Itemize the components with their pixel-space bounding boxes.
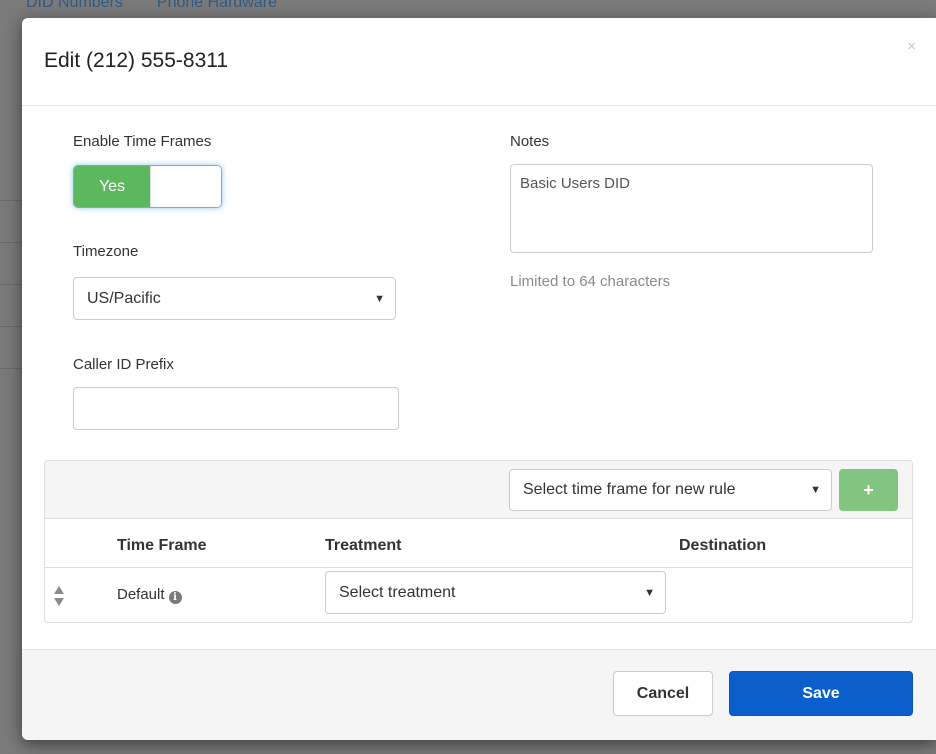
new-rule-time-frame-select[interactable]: Select time frame for new rule ▼ bbox=[509, 469, 832, 511]
info-icon[interactable]: i bbox=[168, 591, 182, 604]
modal-footer: Cancel Save bbox=[22, 649, 936, 740]
bg-tab-phone-hardware: Phone Hardware bbox=[156, 0, 277, 11]
timezone-select[interactable]: US/Pacific ▼ bbox=[73, 277, 396, 320]
notes-label: Notes bbox=[510, 133, 550, 150]
time-frame-name: Default bbox=[117, 586, 165, 603]
background-tabs: DID Numbers Phone Hardware bbox=[0, 0, 277, 18]
bg-divider bbox=[0, 242, 24, 243]
save-button[interactable]: Save bbox=[729, 671, 913, 716]
bg-divider bbox=[0, 284, 24, 285]
reorder-handle-icon[interactable] bbox=[53, 585, 65, 607]
bg-divider bbox=[0, 326, 24, 327]
treatment-select[interactable]: Select treatment ▼ bbox=[325, 571, 666, 614]
toggle-on-label: Yes bbox=[74, 166, 150, 207]
modal-header: Edit (212) 555-8311 × bbox=[22, 18, 936, 106]
chevron-down-icon: ▼ bbox=[374, 292, 385, 305]
timezone-selected-value: US/Pacific bbox=[87, 289, 161, 307]
table-header-divider bbox=[45, 567, 912, 568]
cancel-button[interactable]: Cancel bbox=[613, 671, 713, 716]
enable-time-frames-toggle[interactable]: Yes bbox=[73, 165, 222, 208]
column-header-time-frame: Time Frame bbox=[117, 537, 207, 554]
bg-divider bbox=[0, 200, 24, 201]
column-header-treatment: Treatment bbox=[325, 537, 402, 554]
edit-number-modal: Edit (212) 555-8311 × Enable Time Frames… bbox=[22, 18, 936, 740]
add-rule-button[interactable]: + bbox=[839, 469, 898, 511]
new-rule-selected-value: Select time frame for new rule bbox=[523, 481, 736, 498]
modal-title: Edit (212) 555-8311 bbox=[44, 49, 229, 72]
time-frame-cell: Default i bbox=[117, 586, 182, 604]
chevron-down-icon: ▼ bbox=[810, 484, 821, 496]
column-header-destination: Destination bbox=[679, 537, 767, 554]
enable-time-frames-label: Enable Time Frames bbox=[73, 133, 212, 150]
close-icon[interactable]: × bbox=[907, 38, 916, 55]
time-frame-rules-panel: Select time frame for new rule ▼ + Time … bbox=[44, 460, 913, 623]
plus-icon: + bbox=[863, 479, 874, 500]
treatment-placeholder: Select treatment bbox=[339, 583, 456, 601]
chevron-down-icon: ▼ bbox=[644, 586, 655, 599]
rules-toolbar: Select time frame for new rule ▼ + bbox=[45, 461, 912, 519]
caller-id-prefix-label: Caller ID Prefix bbox=[73, 356, 174, 373]
bg-tab-did-numbers: DID Numbers bbox=[26, 0, 123, 11]
caller-id-prefix-input[interactable] bbox=[73, 387, 399, 430]
notes-help-text: Limited to 64 characters bbox=[510, 273, 671, 290]
notes-textarea[interactable]: Basic Users DID bbox=[510, 164, 873, 253]
toggle-handle bbox=[150, 166, 221, 207]
bg-divider bbox=[0, 368, 24, 369]
timezone-label: Timezone bbox=[73, 243, 139, 260]
